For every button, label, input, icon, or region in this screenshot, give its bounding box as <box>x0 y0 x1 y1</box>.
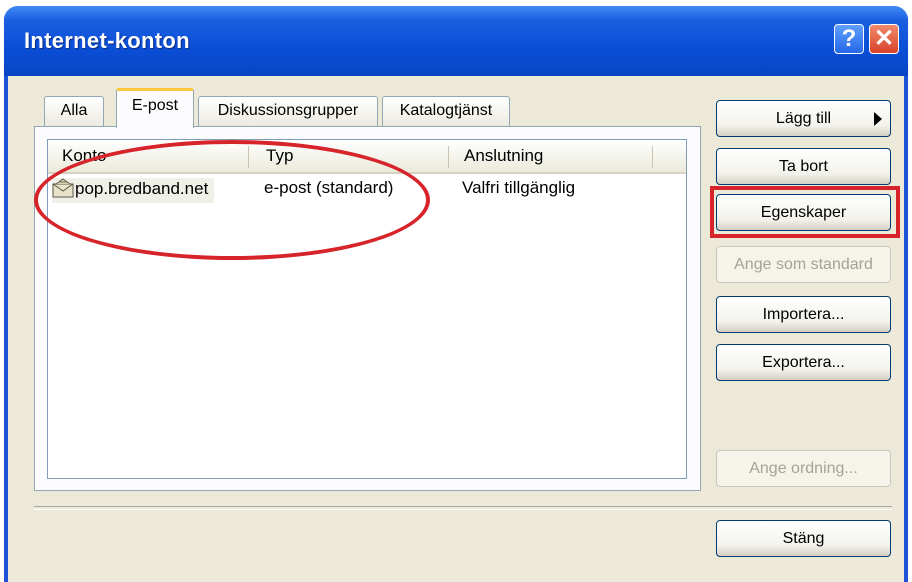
internet-accounts-window: Internet-konton ? ✕ Alla E-post Diskussi… <box>4 6 908 582</box>
help-button[interactable]: ? <box>834 24 864 54</box>
tab-alla[interactable]: Alla <box>44 96 104 126</box>
accounts-list[interactable]: Konto Typ Anslutning pop.bredband.net e-… <box>47 139 687 479</box>
remove-button[interactable]: Ta bort <box>716 148 891 185</box>
question-mark-icon: ? <box>841 25 857 52</box>
account-name: pop.bredband.net <box>75 179 209 198</box>
set-default-button[interactable]: Ange som standard <box>716 246 891 283</box>
dialog-client-area: Alla E-post Diskussionsgrupper Katalogtj… <box>8 76 904 582</box>
column-divider[interactable] <box>448 146 449 168</box>
account-connection-cell: Valfri tillgänglig <box>462 178 576 197</box>
export-button[interactable]: Exportera... <box>716 344 891 381</box>
annotation-highlight-box <box>710 186 900 238</box>
column-divider[interactable] <box>652 146 653 168</box>
tab-katalogtjanst[interactable]: Katalogtjänst <box>382 96 510 126</box>
close-button[interactable]: Stäng <box>716 520 891 557</box>
tab-e-post[interactable]: E-post <box>116 88 194 128</box>
title-bar[interactable]: Internet-konton ? ✕ <box>4 6 908 76</box>
set-order-button[interactable]: Ange ordning... <box>716 450 891 487</box>
mail-account-icon <box>52 178 74 203</box>
add-button[interactable]: Lägg till <box>716 100 891 137</box>
close-window-button[interactable]: ✕ <box>869 24 899 54</box>
column-header-konto[interactable]: Konto <box>62 146 106 166</box>
account-name-cell: pop.bredband.net <box>52 178 215 203</box>
window-title: Internet-konton <box>24 28 190 53</box>
column-header-anslutning[interactable]: Anslutning <box>464 146 543 166</box>
tab-diskussionsgrupper[interactable]: Diskussionsgrupper <box>198 96 378 126</box>
column-header-typ[interactable]: Typ <box>266 146 293 166</box>
tab-panel: Konto Typ Anslutning pop.bredband.net e-… <box>34 126 701 491</box>
account-type-cell: e-post (standard) <box>264 178 394 197</box>
column-divider[interactable] <box>248 146 249 168</box>
add-button-label: Lägg till <box>775 110 832 127</box>
import-button[interactable]: Importera... <box>716 296 891 333</box>
close-icon: ✕ <box>873 25 895 52</box>
list-header: Konto Typ Anslutning <box>48 140 686 174</box>
arrow-right-icon <box>874 112 882 126</box>
separator <box>34 506 892 510</box>
list-item[interactable]: pop.bredband.net e-post (standard) Valfr… <box>48 176 686 204</box>
